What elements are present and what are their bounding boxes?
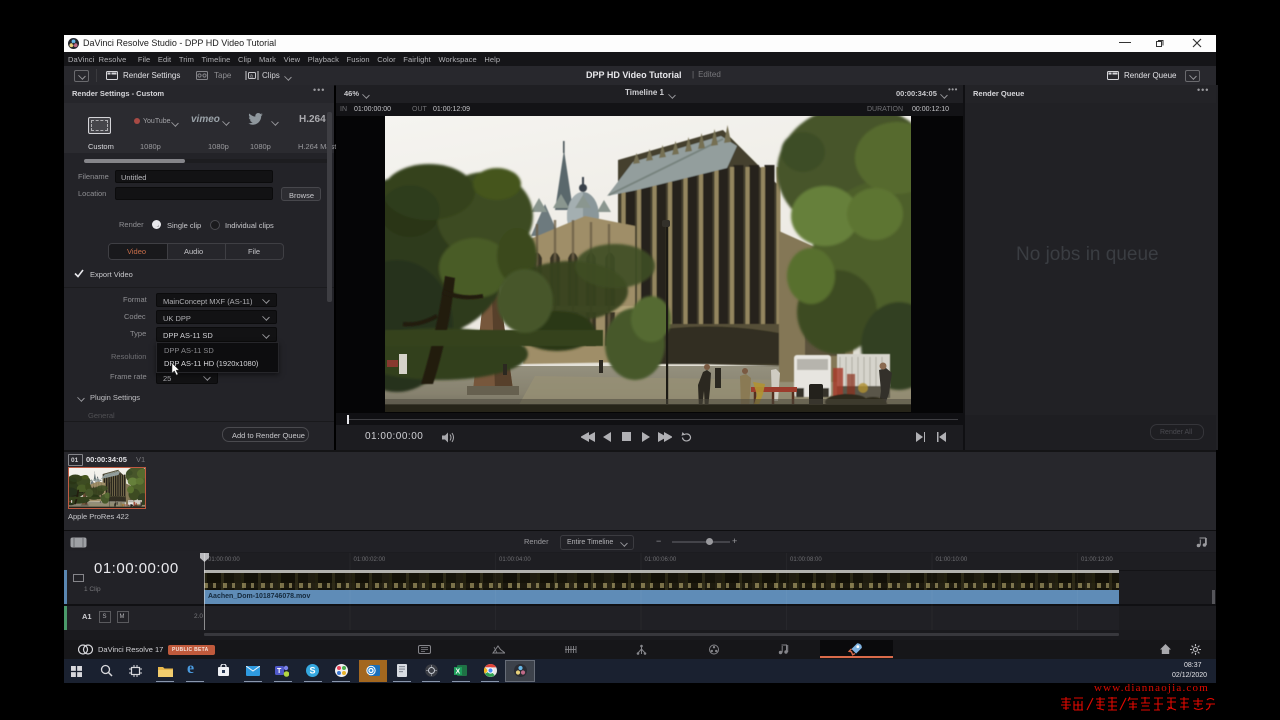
svg-text:X: X (456, 669, 461, 676)
svg-text:S: S (310, 666, 316, 676)
svg-text:T: T (277, 668, 282, 675)
svg-text:a: a (250, 74, 253, 80)
